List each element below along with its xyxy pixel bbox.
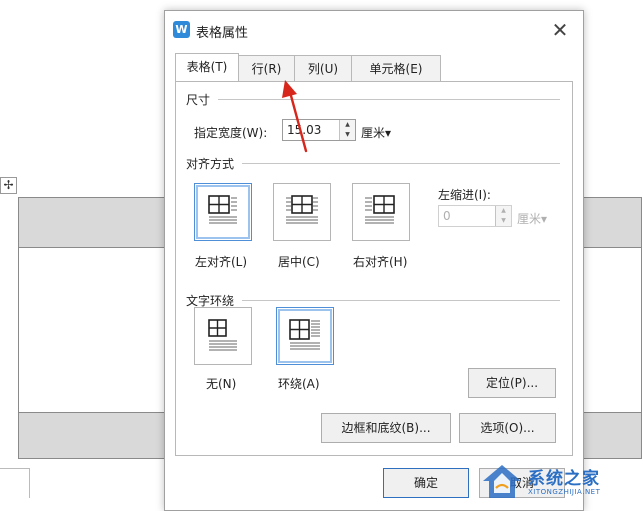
watermark-house-logo-icon [483, 465, 521, 498]
page-corner-mark [0, 468, 30, 498]
left-indent-stepper-arrows: ▲ ▼ [495, 206, 511, 226]
position-button[interactable]: 定位(P)... [468, 368, 556, 398]
width-stepper-arrows: ▲ ▼ [339, 120, 355, 140]
watermark-domain: XITONGZHIJIA.NET [528, 488, 601, 496]
stepper-up-icon[interactable]: ▲ [496, 206, 511, 216]
align-right-label: 右对齐(H) [353, 255, 408, 269]
align-center-label: 居中(C) [278, 255, 320, 269]
stepper-down-icon[interactable]: ▼ [340, 130, 355, 140]
section-divider [218, 99, 560, 100]
wrap-none-label: 无(N) [206, 377, 237, 391]
align-center-icon [286, 195, 318, 224]
align-left-option[interactable] [194, 183, 252, 241]
width-label: 指定宽度(W): [194, 126, 268, 140]
align-right-option[interactable] [352, 183, 410, 241]
wrap-none-option[interactable] [194, 307, 252, 365]
tab-panel-table: 尺寸 指定宽度(W): 15.03 ▲ ▼ 厘米▾ 对齐方式 左对齐(L) 居中… [175, 81, 573, 456]
width-unit-dropdown[interactable]: 厘米▾ [361, 124, 391, 141]
wps-app-icon: W [173, 21, 190, 38]
left-indent-unit-dropdown[interactable]: 厘米▾ [517, 210, 547, 227]
watermark-name: 系统之家 [528, 469, 600, 489]
stepper-down-icon[interactable]: ▼ [496, 216, 511, 226]
wrap-around-option[interactable] [276, 307, 334, 365]
dialog-title: 表格属性 [196, 26, 249, 41]
stepper-up-icon[interactable]: ▲ [340, 120, 355, 130]
table-properties-dialog: W 表格属性 ✕ 表格(T) 行(R) 列(U) 单元格(E) 尺寸 指定宽度(… [164, 10, 584, 511]
ok-button[interactable]: 确定 [383, 468, 469, 498]
align-right-icon [365, 195, 395, 224]
section-divider [242, 300, 560, 301]
wrap-none-icon [208, 319, 237, 351]
wrap-around-label: 环绕(A) [278, 377, 320, 391]
tab-cell[interactable]: 单元格(E) [351, 55, 441, 81]
tab-table[interactable]: 表格(T) [175, 53, 239, 81]
table-move-handle[interactable]: ✢ [0, 177, 17, 194]
alignment-section-title: 对齐方式 [186, 155, 239, 172]
align-left-icon [208, 195, 237, 224]
close-icon[interactable]: ✕ [547, 17, 573, 43]
left-indent-stepper[interactable]: 0 ▲ ▼ [438, 205, 512, 227]
size-section-title: 尺寸 [186, 91, 215, 108]
wrap-around-icon [289, 319, 320, 350]
left-indent-label: 左缩进(I): [438, 188, 491, 202]
left-indent-value[interactable]: 0 [443, 206, 451, 226]
align-left-label: 左对齐(L) [195, 255, 248, 269]
section-divider [242, 163, 560, 164]
borders-shading-button[interactable]: 边框和底纹(B)... [321, 413, 451, 443]
dialog-titlebar[interactable]: W 表格属性 ✕ [165, 11, 583, 49]
options-button[interactable]: 选项(O)... [459, 413, 556, 443]
align-center-option[interactable] [273, 183, 331, 241]
site-watermark: 系统之家 XITONGZHIJIA.NET [480, 458, 643, 508]
annotation-arrow-icon [282, 80, 308, 153]
